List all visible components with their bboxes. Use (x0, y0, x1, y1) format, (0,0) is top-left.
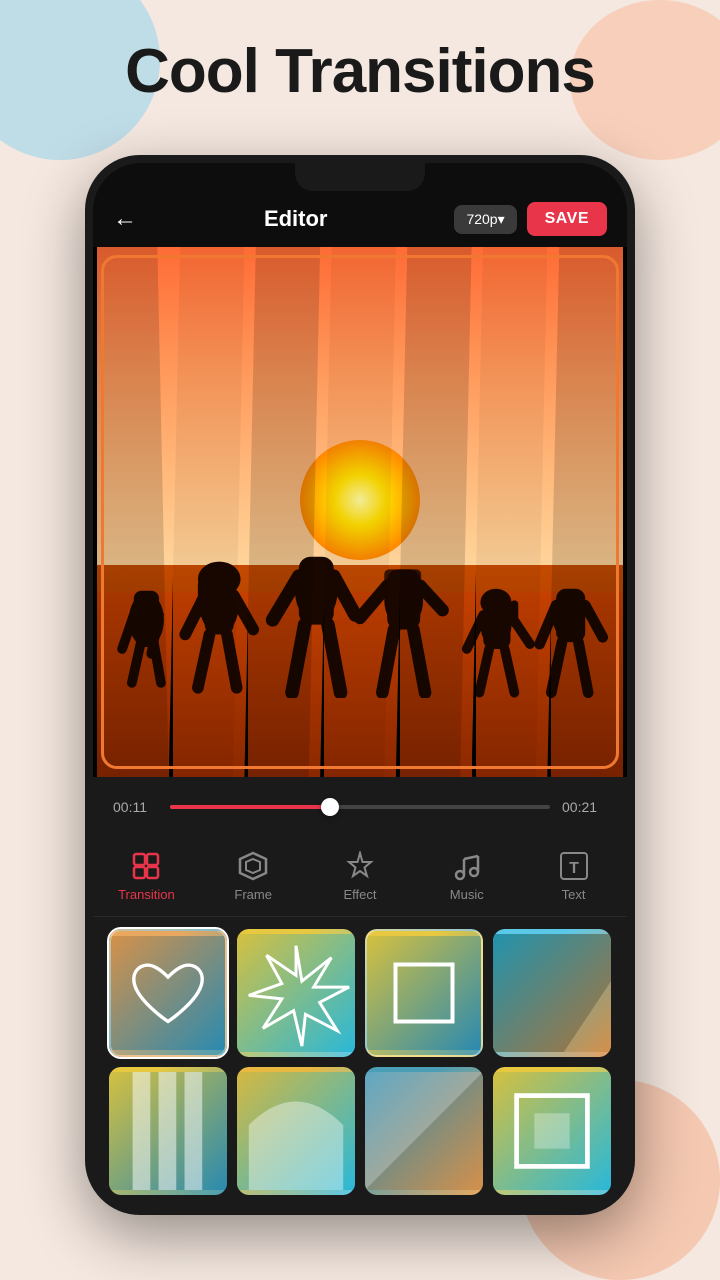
video-preview (93, 247, 627, 777)
tab-text[interactable]: T Text (539, 851, 609, 902)
transition-thumb-4[interactable] (493, 929, 611, 1057)
starburst-transition-svg (237, 929, 355, 1057)
progress-fill (170, 805, 330, 809)
transition-thumb-6[interactable] (237, 1067, 355, 1195)
quality-button[interactable]: 720p▾ (454, 205, 516, 234)
diagonal-split-transition-svg (365, 1067, 483, 1195)
frame-box-transition-svg (493, 1067, 611, 1195)
timeline-area: 00:11 00:21 (93, 777, 627, 837)
silhouettes-svg (93, 406, 627, 698)
transition-thumb-8[interactable] (493, 1067, 611, 1195)
transition-thumb-2[interactable] (237, 929, 355, 1057)
transition-icon (131, 851, 161, 881)
progress-track[interactable] (170, 805, 550, 809)
frame-icon (238, 851, 268, 881)
time-end: 00:21 (562, 799, 607, 815)
tab-music[interactable]: Music (432, 851, 502, 902)
frame-transition-svg (367, 931, 481, 1055)
transition-thumb-1[interactable] (109, 929, 227, 1057)
editor-header: ← Editor 720p▾ SAVE (93, 191, 627, 247)
heart-transition-svg (111, 931, 225, 1055)
svg-text:T: T (569, 860, 579, 877)
music-icon (452, 851, 482, 881)
tab-transition-label: Transition (118, 887, 175, 902)
phone-notch (295, 163, 425, 191)
transition-thumb-7[interactable] (365, 1067, 483, 1195)
tab-frame-label: Frame (234, 887, 272, 902)
page-title: Cool Transitions (0, 38, 720, 106)
tab-frame[interactable]: Frame (218, 851, 288, 902)
tab-music-label: Music (450, 887, 484, 902)
progress-thumb[interactable] (321, 798, 339, 816)
diagonal-transition-svg (493, 929, 611, 1057)
header-right: 720p▾ SAVE (454, 202, 607, 236)
phone-inner: ← Editor 720p▾ SAVE (93, 163, 627, 1207)
tool-tabs: Transition Frame Effect (93, 837, 627, 917)
tab-effect[interactable]: Effect (325, 851, 395, 902)
transitions-grid (93, 917, 627, 1207)
arch-transition-svg (237, 1067, 355, 1195)
phone-frame: ← Editor 720p▾ SAVE (85, 155, 635, 1215)
time-start: 00:11 (113, 799, 158, 815)
tab-text-label: Text (562, 887, 586, 902)
tab-effect-label: Effect (343, 887, 376, 902)
transition-thumb-5[interactable] (109, 1067, 227, 1195)
save-button[interactable]: SAVE (527, 202, 607, 236)
vertical-bars-transition-svg (109, 1067, 227, 1195)
editor-title: Editor (264, 206, 328, 232)
transition-thumb-3[interactable] (365, 929, 483, 1057)
text-icon: T (559, 851, 589, 881)
back-button[interactable]: ← (113, 205, 137, 233)
tab-transition[interactable]: Transition (111, 851, 181, 902)
effect-icon (345, 851, 375, 881)
